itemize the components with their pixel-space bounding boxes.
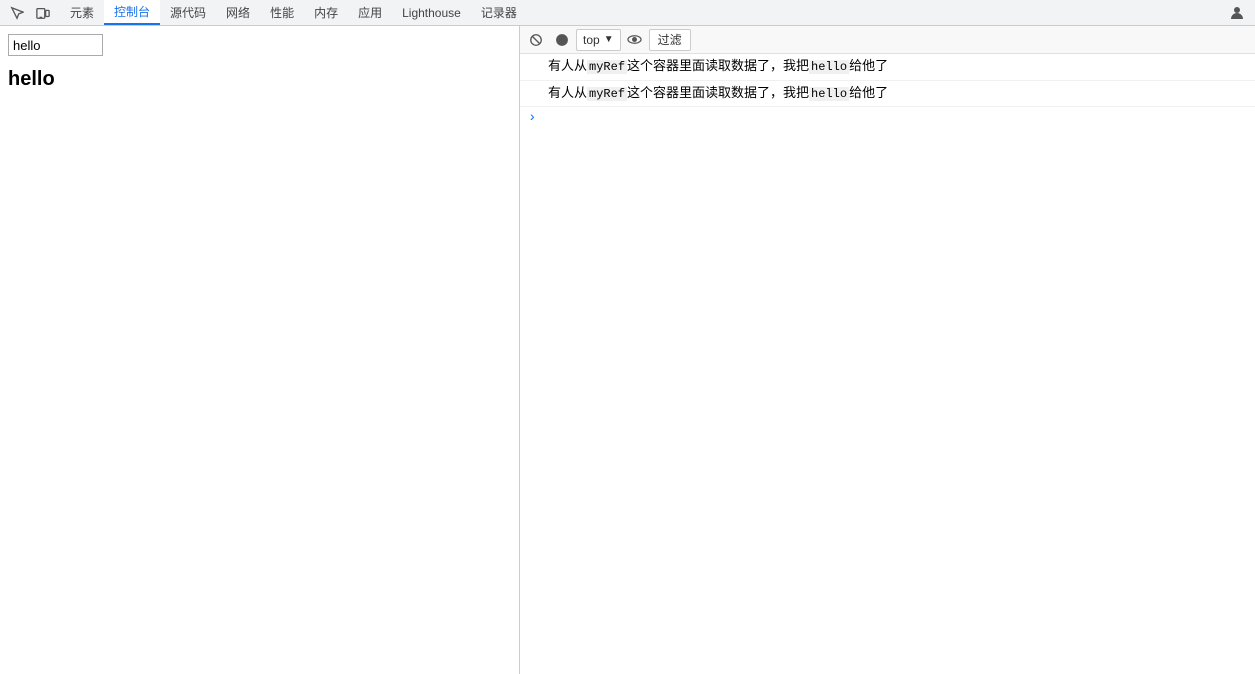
tab-sources[interactable]: 源代码 [160,0,216,25]
tab-console[interactable]: 控制台 [104,0,160,25]
device-mode-icon[interactable] [30,0,56,26]
main-area: hello top [0,26,1255,674]
console-prompt-line[interactable]: › [520,107,1255,129]
console-line-2: 有人从myRef这个容器里面读取数据了，我把hello给他了 [520,81,1255,108]
tab-application[interactable]: 应用 [348,0,392,25]
webpage-hello-text: hello [8,68,511,91]
devtools-console-panel: top ▼ 过滤 有人从myRef这个容器里面读取数据了，我把hello给他了 [520,26,1255,674]
code-ref-hello-1: hello [809,60,849,74]
context-selector-label: top [583,33,600,47]
tab-lighthouse[interactable]: Lighthouse [392,0,471,25]
webpage-input[interactable] [8,34,103,56]
filter-toggle-button[interactable] [550,28,574,52]
devtools-tab-bar: 元素 控制台 源代码 网络 性能 内存 应用 Lighthouse 记录器 [0,0,1255,26]
console-line-1-text: 有人从myRef这个容器里面读取数据了，我把hello给他了 [548,57,1247,77]
console-line-1: 有人从myRef这个容器里面读取数据了，我把hello给他了 [520,54,1255,81]
prompt-arrow-icon: › [528,110,536,126]
chevron-down-icon: ▼ [604,34,614,45]
tab-performance[interactable]: 性能 [260,0,304,25]
devtools-icons [4,0,56,26]
filter-button[interactable]: 过滤 [649,29,691,51]
console-toolbar: top ▼ 过滤 [520,26,1255,54]
inspect-icon[interactable] [4,0,30,26]
code-ref-myref-1: myRef [587,60,627,74]
user-icon[interactable] [1223,5,1251,21]
eye-button[interactable] [623,28,647,52]
clear-console-button[interactable] [524,28,548,52]
tab-elements[interactable]: 元素 [60,0,104,25]
tab-network[interactable]: 网络 [216,0,260,25]
tab-recorder[interactable]: 记录器 [471,0,527,25]
code-ref-myref-2: myRef [587,87,627,101]
tab-memory[interactable]: 内存 [304,0,348,25]
filter-label: 过滤 [658,31,682,48]
webpage-panel: hello [0,26,520,674]
context-selector[interactable]: top ▼ [576,29,621,51]
console-line-2-text: 有人从myRef这个容器里面读取数据了，我把hello给他了 [548,84,1247,104]
code-ref-hello-2: hello [809,87,849,101]
console-output: 有人从myRef这个容器里面读取数据了，我把hello给他了 有人从myRef这… [520,54,1255,674]
